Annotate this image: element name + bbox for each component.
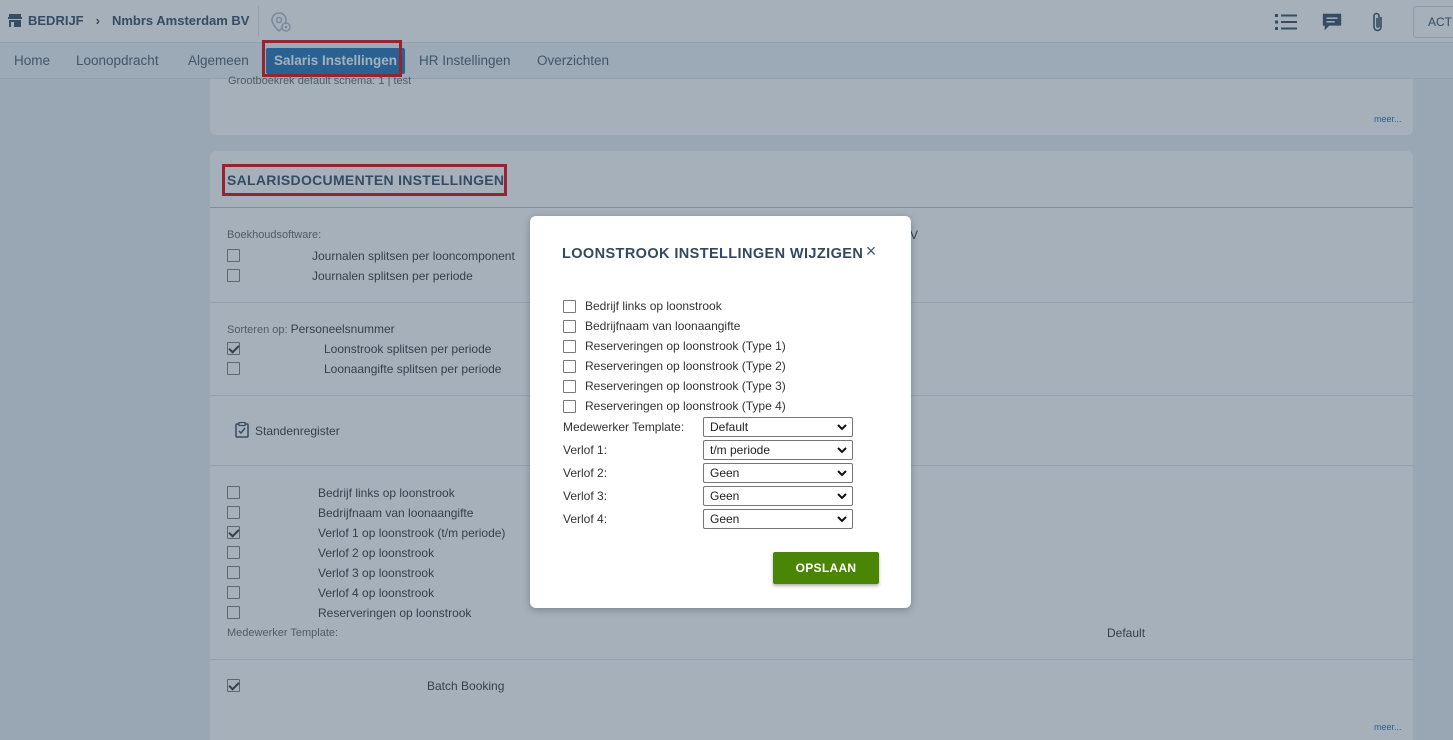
- modal-checkbox-row[interactable]: Bedrijfnaam van loonaangifte: [563, 319, 740, 333]
- checkbox[interactable]: [563, 399, 576, 413]
- modal-title: LOONSTROOK INSTELLINGEN WIJZIGEN: [562, 246, 864, 262]
- loonstrook-modal: LOONSTROOK INSTELLINGEN WIJZIGEN × Bedri…: [530, 216, 911, 608]
- chevron-down-icon: [837, 447, 847, 454]
- chevron-down-icon: [837, 470, 847, 477]
- chevron-down-icon: [837, 516, 847, 523]
- field-verlof-3: Verlof 3: Geen: [563, 486, 853, 506]
- modal-checkbox-row[interactable]: Bedrijf links op loonstrook: [563, 299, 722, 313]
- save-button[interactable]: OPSLAAN: [773, 552, 879, 584]
- verlof-2-select[interactable]: Geen: [703, 463, 853, 483]
- verlof-1-select[interactable]: t/m periode: [703, 440, 853, 460]
- checkbox[interactable]: [563, 339, 576, 353]
- field-label: Verlof 1:: [563, 443, 608, 457]
- verlof-3-select[interactable]: Geen: [703, 486, 853, 506]
- select-value: Geen: [710, 512, 740, 526]
- checkbox[interactable]: [563, 359, 576, 373]
- select-value: Default: [710, 420, 749, 434]
- chevron-down-icon: [837, 424, 847, 431]
- field-verlof-4: Verlof 4: Geen: [563, 509, 853, 529]
- checkbox[interactable]: [563, 319, 576, 333]
- checkbox-label: Reserveringen op loonstrook (Type 4): [585, 399, 786, 413]
- select-value: Geen: [710, 466, 740, 480]
- checkbox-label: Reserveringen op loonstrook (Type 1): [585, 339, 786, 353]
- modal-checkbox-row[interactable]: Reserveringen op loonstrook (Type 2): [563, 359, 786, 373]
- field-label: Medewerker Template:: [563, 420, 685, 434]
- checkbox-label: Bedrijf links op loonstrook: [585, 299, 722, 313]
- medewerker-template-select[interactable]: Default: [703, 417, 853, 437]
- checkbox-label: Bedrijfnaam van loonaangifte: [585, 319, 741, 333]
- checkbox-label: Reserveringen op loonstrook (Type 2): [585, 359, 786, 373]
- checkbox-label: Reserveringen op loonstrook (Type 3): [585, 379, 786, 393]
- field-label: Verlof 2:: [563, 466, 608, 480]
- field-verlof-1: Verlof 1: t/m periode: [563, 440, 853, 460]
- field-label: Verlof 4:: [563, 512, 608, 526]
- modal-checkbox-row[interactable]: Reserveringen op loonstrook (Type 4): [563, 399, 786, 413]
- field-medewerker-template: Medewerker Template: Default: [563, 417, 853, 437]
- chevron-down-icon: [837, 493, 847, 500]
- modal-checkbox-row[interactable]: Reserveringen op loonstrook (Type 1): [563, 339, 786, 353]
- field-label: Verlof 3:: [563, 489, 608, 503]
- select-value: t/m periode: [710, 443, 771, 457]
- close-icon[interactable]: ×: [864, 242, 878, 260]
- checkbox[interactable]: [563, 379, 576, 393]
- verlof-4-select[interactable]: Geen: [703, 509, 853, 529]
- checkbox[interactable]: [563, 299, 576, 313]
- modal-checkbox-row[interactable]: Reserveringen op loonstrook (Type 3): [563, 379, 786, 393]
- select-value: Geen: [710, 489, 740, 503]
- field-verlof-2: Verlof 2: Geen: [563, 463, 853, 483]
